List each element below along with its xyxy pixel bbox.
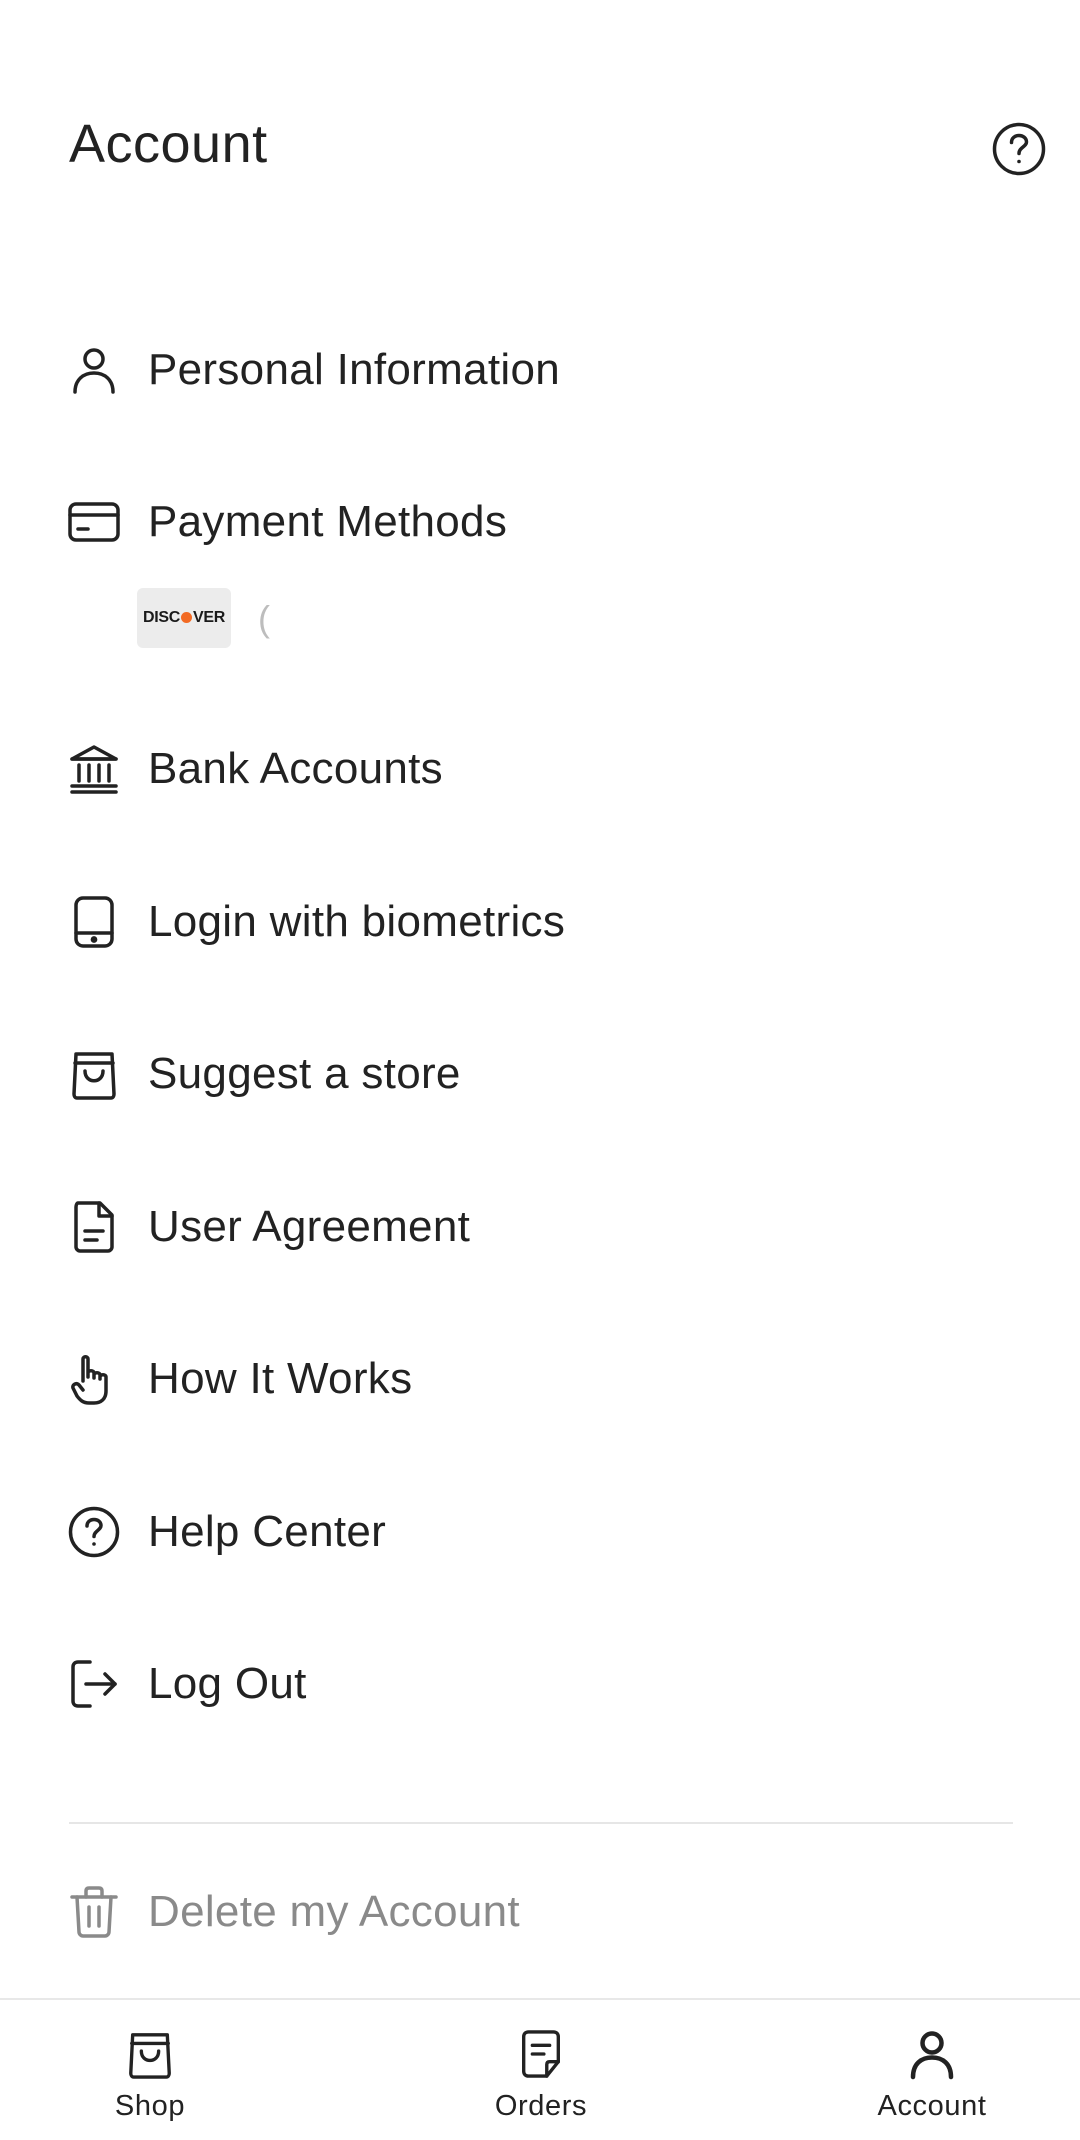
menu-item-payment-methods[interactable]: Payment Methods [0, 467, 1080, 577]
document-icon [68, 1201, 120, 1253]
menu-item-label: Personal Information [148, 345, 560, 394]
person-icon [68, 344, 120, 396]
bottom-nav: Shop Orders Account [0, 1998, 1080, 2140]
menu-item-label: How It Works [148, 1354, 413, 1403]
card-number: ( [258, 598, 270, 639]
logout-icon [68, 1658, 120, 1710]
menu-item-label: Login with biometrics [148, 897, 566, 946]
menu-item-label: Delete my Account [148, 1887, 520, 1936]
shopping-bag-icon [122, 2026, 178, 2082]
question-circle-icon [68, 1506, 120, 1558]
shopping-bag-icon [68, 1048, 120, 1100]
help-button[interactable] [990, 122, 1048, 180]
menu-item-how-it-works[interactable]: How It Works [0, 1324, 1080, 1434]
menu-item-label: Bank Accounts [148, 744, 443, 793]
menu-item-label: User Agreement [148, 1202, 471, 1251]
divider [69, 1822, 1013, 1824]
menu-item-help-center[interactable]: Help Center [0, 1477, 1080, 1587]
tab-label: Account [877, 2090, 987, 2122]
menu-item-label: Help Center [148, 1507, 387, 1556]
trash-icon [68, 1886, 120, 1938]
person-icon [904, 2026, 960, 2082]
menu-item-label: Payment Methods [148, 497, 508, 546]
credit-card-icon [68, 496, 120, 548]
bank-icon [68, 743, 120, 795]
tab-label: Shop [114, 2090, 186, 2122]
tab-orders[interactable]: Orders [441, 2000, 641, 2140]
phone-icon [68, 896, 120, 948]
tab-label: Orders [494, 2090, 588, 2122]
menu-item-suggest-store[interactable]: Suggest a store [0, 1019, 1080, 1129]
menu-item-bank-accounts[interactable]: Bank Accounts [0, 714, 1080, 824]
menu-item-login-biometrics[interactable]: Login with biometrics [0, 867, 1080, 977]
tab-shop[interactable]: Shop [50, 2000, 250, 2140]
discover-logo: DISC VER [142, 609, 226, 626]
tab-account[interactable]: Account [832, 2000, 1032, 2140]
card-brand-chip[interactable]: DISC VER [137, 588, 231, 648]
menu-item-log-out[interactable]: Log Out [0, 1629, 1080, 1739]
account-screen: Account Personal Information Payment Met… [0, 0, 1080, 2140]
menu-item-personal-information[interactable]: Personal Information [0, 315, 1080, 425]
menu-item-label: Suggest a store [148, 1049, 461, 1098]
menu-item-label: Log Out [148, 1659, 307, 1708]
page-title: Account [69, 114, 268, 174]
menu-item-delete-account[interactable]: Delete my Account [0, 1857, 1080, 1967]
menu-item-user-agreement[interactable]: User Agreement [0, 1172, 1080, 1282]
pointing-hand-icon [68, 1353, 120, 1405]
orders-icon [513, 2026, 569, 2082]
header: Account [0, 0, 1080, 300]
question-circle-icon [991, 121, 1047, 182]
